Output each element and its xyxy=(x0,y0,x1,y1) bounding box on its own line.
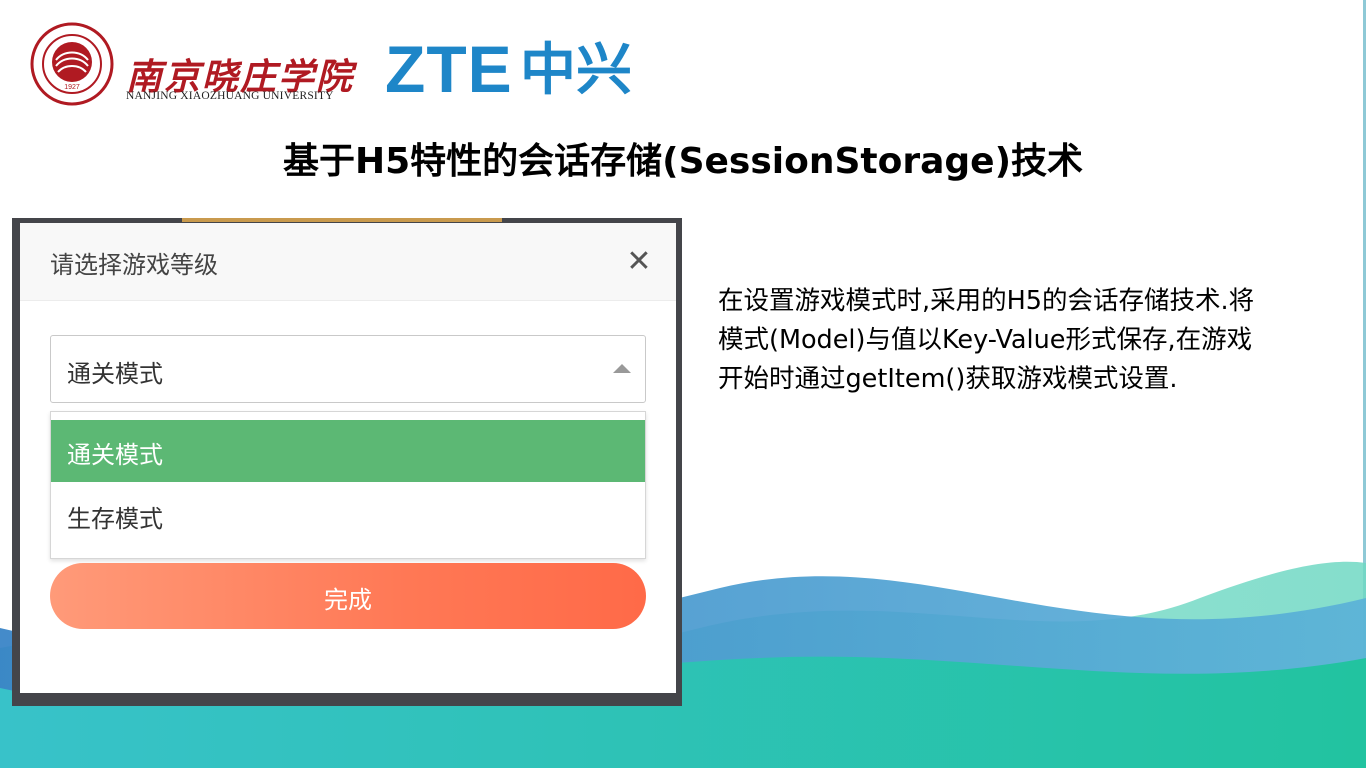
seal-year: 1927 xyxy=(64,84,80,91)
option-survival-mode[interactable]: 生存模式 xyxy=(51,484,645,546)
backdrop-accent xyxy=(182,218,502,222)
modal-header: 请选择游戏等级 ✕ xyxy=(20,223,676,301)
caret-up-icon xyxy=(613,364,631,373)
done-button-label: 完成 xyxy=(324,586,372,614)
option-label: 通关模式 xyxy=(67,441,163,469)
close-icon[interactable]: ✕ xyxy=(622,245,656,279)
game-mode-select-value: 通关模式 xyxy=(67,360,163,388)
game-level-dialog-screenshot: 请选择游戏等级 ✕ 通关模式 通关模式 生存模式 完成 xyxy=(12,218,682,706)
option-label: 生存模式 xyxy=(67,505,163,533)
select-level-modal: 请选择游戏等级 ✕ 通关模式 通关模式 生存模式 完成 xyxy=(20,223,676,693)
option-level-mode[interactable]: 通关模式 xyxy=(51,420,645,482)
slide-title: 基于H5特性的会话存储(SessionStorage)技术 xyxy=(282,141,1084,182)
university-seal-icon: 1927 xyxy=(30,22,114,106)
slide-description: 在设置游戏模式时,采用的H5的会话存储技术.将模式(Model)与值以Key-V… xyxy=(718,286,1255,394)
game-mode-select[interactable]: 通关模式 xyxy=(50,335,646,403)
modal-title: 请选择游戏等级 xyxy=(50,251,218,279)
zte-logo: ZTE xyxy=(385,32,513,106)
done-button[interactable]: 完成 xyxy=(50,563,646,629)
university-name-en: NANJING XIAOZHUANG UNIVERSITY xyxy=(126,90,334,102)
game-mode-dropdown: 通关模式 生存模式 xyxy=(50,411,646,559)
zte-logo-cn: 中兴 xyxy=(520,38,632,103)
